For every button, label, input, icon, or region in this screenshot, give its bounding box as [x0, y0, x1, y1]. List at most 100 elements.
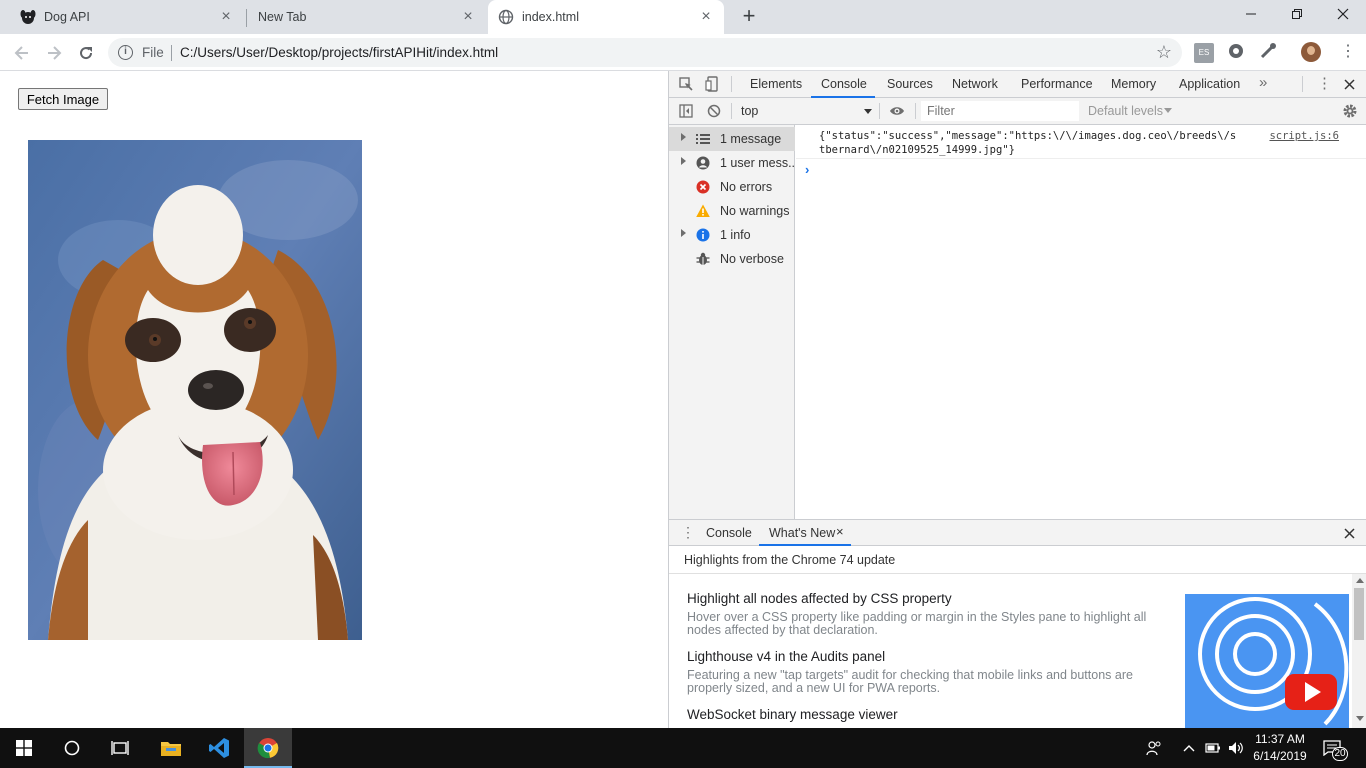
tab-title: Dog API [44, 10, 90, 24]
tab-new-tab[interactable]: New Tab × [250, 0, 486, 34]
chrome-menu-icon[interactable]: ⋮ [1340, 42, 1356, 62]
tab-strip: Dog API × New Tab × index.html × + [0, 0, 1366, 34]
eye-icon[interactable] [889, 105, 905, 117]
video-thumbnail[interactable] [1185, 594, 1349, 728]
reload-button[interactable] [75, 42, 97, 64]
devtools-tab-application[interactable]: Application [1179, 77, 1240, 91]
warning-icon [696, 204, 710, 217]
devtools-menu-icon[interactable]: ⋮ [1317, 74, 1332, 92]
action-center-button[interactable]: 20 [1320, 736, 1350, 761]
fetch-image-button[interactable]: Fetch Image [18, 88, 108, 110]
sidebar-item-label: 1 user mess... [720, 156, 799, 170]
tab-dog-api[interactable]: Dog API × [12, 0, 244, 34]
devtools-tab-sources[interactable]: Sources [887, 77, 933, 91]
devtools-tab-bar: Elements Console Sources Network Perform… [669, 71, 1366, 98]
expand-arrow-icon[interactable] [681, 229, 686, 237]
new-tab-button[interactable]: + [738, 5, 760, 27]
close-icon[interactable]: × [698, 9, 714, 25]
filter-input[interactable]: Filter [921, 101, 1079, 121]
whats-new-item-title[interactable]: WebSocket binary message viewer [687, 707, 898, 722]
drawer-menu-icon[interactable]: ⋮ [681, 524, 695, 541]
close-icon[interactable] [1344, 79, 1355, 90]
minimize-button[interactable] [1228, 0, 1274, 30]
address-bar[interactable]: i File C:/Users/User/Desktop/projects/fi… [108, 38, 1182, 67]
clock-date[interactable]: 6/14/2019 [1245, 749, 1315, 763]
drawer-tab-bar: ⋮ Console What's New × [669, 519, 1366, 546]
tab-title: New Tab [258, 10, 307, 24]
sidebar-item-verbose[interactable]: No verbose [669, 247, 795, 271]
forward-button[interactable] [43, 42, 65, 64]
sidebar-item-label: 1 info [720, 228, 751, 242]
clear-console-icon[interactable] [707, 104, 721, 118]
close-icon[interactable] [1344, 528, 1355, 539]
chrome-taskbar-button[interactable] [244, 728, 292, 768]
st-bernard-photo [28, 140, 362, 640]
back-button[interactable] [11, 42, 33, 64]
task-view-button[interactable] [96, 728, 144, 768]
more-tabs-icon[interactable]: » [1259, 74, 1267, 91]
drawer-tab-whats-new[interactable]: What's New [769, 526, 835, 540]
scroll-up-icon[interactable] [1356, 578, 1364, 583]
device-toolbar-icon[interactable] [705, 76, 719, 92]
volume-icon[interactable] [1228, 740, 1244, 756]
close-icon [1337, 8, 1349, 20]
devtools-tab-memory[interactable]: Memory [1111, 77, 1156, 91]
log-levels-select[interactable]: Default levels [1088, 104, 1163, 118]
people-icon[interactable] [1146, 740, 1162, 756]
console-prompt-icon[interactable]: › [805, 162, 809, 177]
sidebar-item-info[interactable]: 1 info [669, 223, 795, 247]
devtools-tab-console[interactable]: Console [821, 77, 867, 91]
url-text[interactable]: C:/Users/User/Desktop/projects/firstAPIH… [180, 45, 498, 60]
devtools-tab-elements[interactable]: Elements [750, 77, 802, 91]
close-icon[interactable]: × [836, 524, 844, 539]
clock-time[interactable]: 11:37 AM [1245, 732, 1315, 746]
console-output[interactable]: {"status":"success","message":"https:\/\… [796, 125, 1366, 519]
drawer-tab-console[interactable]: Console [706, 526, 752, 540]
whats-new-item-desc: Hover over a CSS property like padding o… [687, 610, 1147, 637]
expand-arrow-icon[interactable] [681, 133, 686, 141]
scroll-down-icon[interactable] [1356, 716, 1364, 721]
star-icon[interactable]: ☆ [1156, 42, 1172, 63]
sidebar-item-user-messages[interactable]: 1 user mess... [669, 151, 799, 175]
vscode-button[interactable] [196, 728, 244, 768]
scrollbar-thumb[interactable] [1354, 588, 1364, 640]
close-icon[interactable]: × [218, 9, 234, 25]
context-select[interactable]: top [741, 104, 758, 118]
battery-icon[interactable] [1205, 742, 1221, 754]
expand-arrow-icon[interactable] [681, 157, 686, 165]
extension-es-icon[interactable]: ES [1194, 43, 1214, 63]
whats-new-item-title[interactable]: Lighthouse v4 in the Audits panel [687, 649, 885, 664]
chevron-down-icon[interactable] [1164, 108, 1172, 113]
restore-button[interactable] [1274, 0, 1320, 30]
user-icon [696, 156, 710, 170]
eyedropper-icon[interactable] [1258, 41, 1278, 61]
sidebar-item-errors[interactable]: No errors [669, 175, 795, 199]
chevron-up-icon[interactable] [1183, 744, 1195, 752]
whats-new-item-title[interactable]: Highlight all nodes affected by CSS prop… [687, 591, 952, 606]
chrome-icon [257, 738, 279, 759]
close-window-button[interactable] [1320, 0, 1366, 30]
close-icon[interactable]: × [460, 9, 476, 25]
tab-title: index.html [522, 10, 579, 24]
sidebar-item-messages[interactable]: 1 message [669, 127, 795, 151]
devtools-tab-network[interactable]: Network [952, 77, 998, 91]
sidebar-item-label: No verbose [720, 252, 784, 266]
bug-icon [696, 252, 710, 265]
sidebar-item-warnings[interactable]: No warnings [669, 199, 795, 223]
devtools-tab-performance[interactable]: Performance [1021, 77, 1093, 91]
chevron-down-icon[interactable] [864, 109, 872, 114]
start-button[interactable] [0, 728, 48, 768]
inspect-element-icon[interactable] [679, 77, 693, 91]
gear-extension-icon[interactable] [1226, 41, 1246, 61]
file-explorer-button[interactable] [148, 728, 196, 768]
search-button[interactable] [48, 728, 96, 768]
tab-index-html[interactable]: index.html × [488, 0, 724, 34]
whats-new-subtitle: Highlights from the Chrome 74 update [684, 553, 896, 567]
log-source-link[interactable]: script.js:6 [1269, 130, 1339, 142]
info-icon[interactable]: i [118, 45, 133, 60]
sidebar-toggle-icon[interactable] [679, 104, 693, 118]
profile-avatar[interactable] [1301, 42, 1321, 62]
scrollbar[interactable] [1352, 574, 1366, 728]
scheme-label: File [142, 45, 164, 60]
gear-icon[interactable] [1342, 103, 1358, 119]
